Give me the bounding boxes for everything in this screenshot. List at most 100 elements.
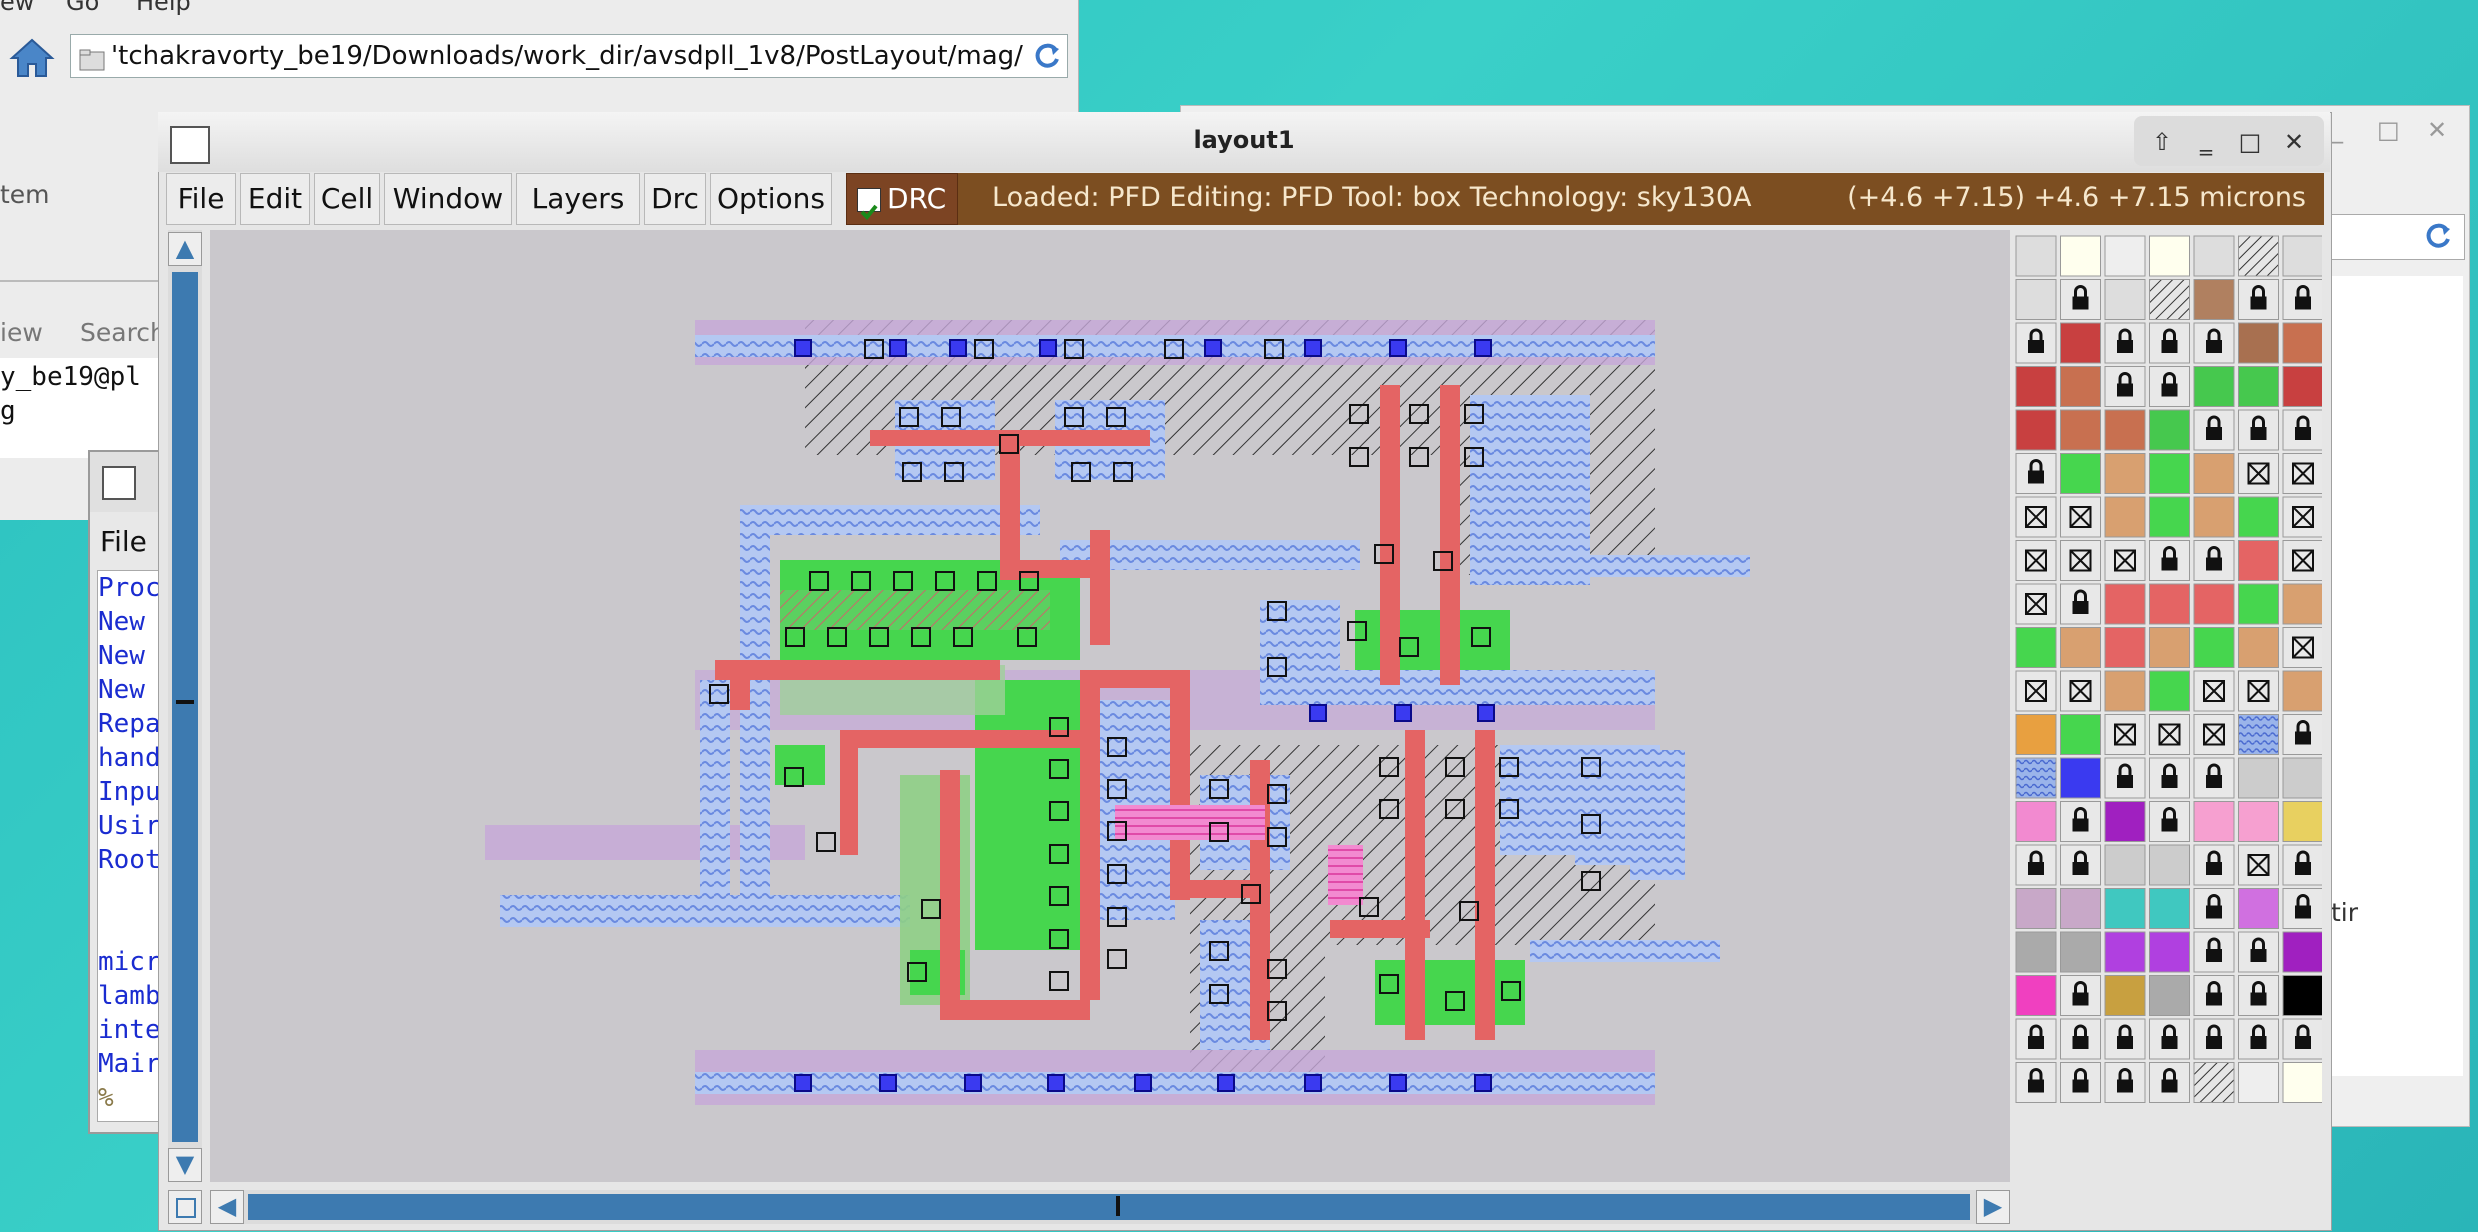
- layer-swatch[interactable]: [2015, 453, 2057, 494]
- layer-swatch[interactable]: [2193, 757, 2235, 799]
- menu-layers[interactable]: Layers: [516, 173, 640, 225]
- layer-swatch[interactable]: [2060, 235, 2101, 277]
- menu-go[interactable]: Go: [66, 0, 99, 16]
- menu-edit[interactable]: Edit: [240, 173, 310, 225]
- layer-swatch[interactable]: [2193, 496, 2235, 538]
- layer-swatch[interactable]: [2149, 453, 2190, 494]
- layer-swatch[interactable]: [2149, 540, 2190, 581]
- layer-swatch[interactable]: [2015, 583, 2057, 625]
- layer-swatch[interactable]: [2193, 322, 2235, 364]
- horizontal-scroll-thumb[interactable]: [248, 1194, 1970, 1220]
- layer-swatch[interactable]: [2149, 975, 2190, 1016]
- layer-swatch[interactable]: [2149, 714, 2190, 755]
- pin-icon[interactable]: ⇧: [2142, 122, 2182, 162]
- layer-swatch[interactable]: [2193, 1062, 2235, 1103]
- layer-swatch[interactable]: [2238, 409, 2279, 451]
- layout-canvas[interactable]: [210, 230, 2010, 1182]
- layer-swatch[interactable]: [2015, 931, 2057, 973]
- layer-swatch[interactable]: [2193, 409, 2235, 451]
- layer-swatch[interactable]: [2015, 540, 2057, 581]
- layer-swatch[interactable]: [2015, 1018, 2057, 1060]
- layer-swatch[interactable]: [2060, 627, 2101, 668]
- layer-swatch[interactable]: [2193, 670, 2235, 712]
- layer-swatch[interactable]: [2193, 714, 2235, 755]
- layer-swatch[interactable]: [2104, 409, 2146, 451]
- layer-swatch[interactable]: [2149, 888, 2190, 929]
- toolbar-search[interactable]: Search: [80, 318, 166, 347]
- layer-swatch[interactable]: [2282, 888, 2324, 929]
- layer-swatch[interactable]: [2282, 366, 2324, 407]
- scroll-down-icon[interactable]: ▼: [168, 1148, 202, 1182]
- layer-swatch[interactable]: [2193, 453, 2235, 494]
- layer-swatch[interactable]: [2193, 235, 2235, 277]
- layer-swatch[interactable]: [2060, 322, 2101, 364]
- layer-swatch[interactable]: [2104, 801, 2146, 842]
- layer-swatch[interactable]: [2238, 453, 2279, 494]
- layer-swatch[interactable]: [2282, 496, 2324, 538]
- layer-swatch[interactable]: [2238, 1062, 2279, 1103]
- menu-cell[interactable]: Cell: [314, 173, 380, 225]
- layer-swatch[interactable]: [2060, 975, 2101, 1016]
- layer-swatch[interactable]: [2060, 714, 2101, 755]
- layer-swatch[interactable]: [2015, 409, 2057, 451]
- layer-swatch[interactable]: [2193, 888, 2235, 929]
- drc-toggle[interactable]: DRC: [846, 173, 958, 225]
- reload-icon[interactable]: [2424, 221, 2454, 251]
- layer-swatch[interactable]: [2238, 279, 2279, 320]
- layer-swatch[interactable]: [2282, 670, 2324, 712]
- layer-swatch[interactable]: [2238, 322, 2279, 364]
- layer-swatch[interactable]: [2060, 366, 2101, 407]
- zoom-box-icon[interactable]: [168, 1190, 202, 1224]
- layer-swatch[interactable]: [2104, 1018, 2146, 1060]
- layer-swatch[interactable]: [2149, 1018, 2190, 1060]
- layer-swatch[interactable]: [2238, 714, 2279, 755]
- address-bar[interactable]: 'tchakravorty_be19/Downloads/work_dir/av…: [70, 34, 1068, 78]
- layer-swatch[interactable]: [2104, 931, 2146, 973]
- layer-swatch[interactable]: [2149, 235, 2190, 277]
- menu-file[interactable]: File: [166, 173, 236, 225]
- layer-swatch[interactable]: [2282, 583, 2324, 625]
- layer-swatch[interactable]: [2015, 801, 2057, 842]
- menu-help[interactable]: Help: [136, 0, 191, 16]
- layer-swatch[interactable]: [2193, 583, 2235, 625]
- scroll-right-icon[interactable]: ▶: [1976, 1190, 2010, 1224]
- tk-menu-file[interactable]: File: [100, 520, 147, 564]
- menu-options[interactable]: Options: [710, 173, 832, 225]
- layer-swatch[interactable]: [2060, 931, 2101, 973]
- layer-swatch[interactable]: [2015, 757, 2057, 799]
- layer-swatch[interactable]: [2282, 540, 2324, 581]
- layer-swatch[interactable]: [2149, 409, 2190, 451]
- minimize-icon[interactable]: ‗: [2186, 122, 2226, 162]
- layer-swatch[interactable]: [2193, 931, 2235, 973]
- layer-swatch[interactable]: [2149, 757, 2190, 799]
- layer-swatch[interactable]: [2238, 670, 2279, 712]
- layer-swatch[interactable]: [2282, 1062, 2324, 1103]
- layer-swatch[interactable]: [2104, 235, 2146, 277]
- layer-swatch[interactable]: [2104, 844, 2146, 886]
- toolbar-view[interactable]: iew: [0, 318, 43, 347]
- menu-drc[interactable]: Drc: [644, 173, 706, 225]
- sidebar-item[interactable]: tem: [0, 180, 50, 209]
- layer-swatch[interactable]: [2193, 540, 2235, 581]
- layer-swatch[interactable]: [2015, 279, 2057, 320]
- layer-swatch[interactable]: [2149, 931, 2190, 973]
- layer-swatch[interactable]: [2238, 844, 2279, 886]
- layer-swatch[interactable]: [2238, 627, 2279, 668]
- layer-swatch[interactable]: [2104, 975, 2146, 1016]
- layer-swatch[interactable]: [2015, 844, 2057, 886]
- close-icon[interactable]: ✕: [2274, 122, 2314, 162]
- layer-swatch[interactable]: [2282, 235, 2324, 277]
- layer-swatch[interactable]: [2238, 1018, 2279, 1060]
- layer-swatch[interactable]: [2238, 931, 2279, 973]
- layer-swatch[interactable]: [2282, 409, 2324, 451]
- layer-swatch[interactable]: [2104, 279, 2146, 320]
- layer-swatch[interactable]: [2060, 496, 2101, 538]
- layer-swatch[interactable]: [2104, 366, 2146, 407]
- layer-swatch[interactable]: [2060, 279, 2101, 320]
- layer-swatch[interactable]: [2104, 583, 2146, 625]
- layer-swatch[interactable]: [2060, 453, 2101, 494]
- layer-swatch[interactable]: [2282, 279, 2324, 320]
- layer-swatch[interactable]: [2282, 844, 2324, 886]
- layer-swatch[interactable]: [2060, 1062, 2101, 1103]
- layer-swatch[interactable]: [2149, 844, 2190, 886]
